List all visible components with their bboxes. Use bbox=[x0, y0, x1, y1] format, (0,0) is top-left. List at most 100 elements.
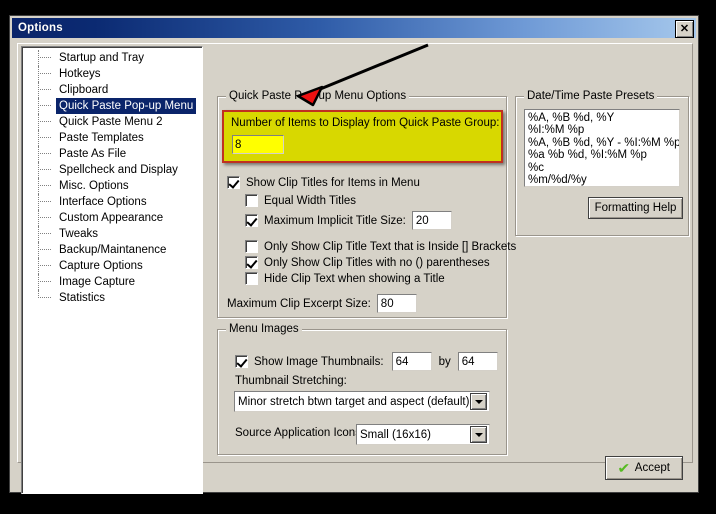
sidebar-item-interface-options[interactable]: Interface Options bbox=[22, 194, 202, 210]
tree-guide-line bbox=[38, 274, 39, 290]
accept-button[interactable]: ✔ Accept bbox=[605, 456, 683, 480]
max-excerpt-input[interactable] bbox=[376, 294, 417, 313]
max-implicit-title-checkbox[interactable] bbox=[245, 214, 258, 227]
max-implicit-title-label: Maximum Implicit Title Size: bbox=[264, 214, 406, 227]
number-of-items-label: Number of Items to Display from Quick Pa… bbox=[231, 117, 500, 129]
checkmark-icon: ✔ bbox=[617, 460, 631, 476]
tree-guide-dots bbox=[38, 201, 51, 202]
datetime-preset-item[interactable]: %A, %B %d, %Y bbox=[528, 112, 676, 124]
sidebar-item-backup-maintanence[interactable]: Backup/Maintanence bbox=[22, 242, 202, 258]
only-no-parens-label: Only Show Clip Titles with no () parenth… bbox=[264, 256, 490, 269]
datetime-group-legend: Date/Time Paste Presets bbox=[524, 90, 658, 102]
only-brackets-row[interactable]: Only Show Clip Title Text that is Inside… bbox=[245, 240, 516, 253]
title-bar: Options ✕ bbox=[12, 18, 696, 38]
sidebar-item-label: Clipboard bbox=[59, 84, 109, 96]
datetime-preset-item[interactable]: %c bbox=[528, 162, 676, 174]
equal-width-titles-row[interactable]: Equal Width Titles bbox=[245, 194, 356, 207]
sidebar-item-hotkeys[interactable]: Hotkeys bbox=[22, 66, 202, 82]
quick-paste-group-legend: Quick Paste Pop-up Menu Options bbox=[226, 90, 410, 102]
datetime-preset-item[interactable]: %a %b %d, %I:%M %p bbox=[528, 149, 676, 161]
source-app-icons-label: Source Application Icons: bbox=[235, 427, 365, 439]
datetime-preset-item[interactable]: %A, %B %d, %Y - %I:%M %p bbox=[528, 137, 679, 149]
show-thumbnails-row[interactable]: Show Image Thumbnails: by bbox=[235, 352, 498, 371]
max-implicit-title-row[interactable]: Maximum Implicit Title Size: bbox=[245, 211, 452, 230]
only-no-parens-checkbox[interactable] bbox=[245, 256, 258, 269]
sidebar-item-label: Statistics bbox=[59, 292, 106, 304]
show-thumbnails-checkbox[interactable] bbox=[235, 355, 248, 368]
thumbnail-stretching-combo[interactable]: Minor stretch btwn target and aspect (de… bbox=[234, 391, 490, 412]
source-app-icons-combo[interactable]: Small (16x16) bbox=[356, 424, 490, 445]
sidebar-item-paste-as-file[interactable]: Paste As File bbox=[22, 146, 202, 162]
datetime-presets-list[interactable]: %A, %B %d, %Y %I:%M %p %A, %B %d, %Y - %I:… bbox=[524, 109, 680, 187]
sidebar-item-label: Backup/Maintanence bbox=[59, 244, 167, 256]
thumbnail-width-input[interactable] bbox=[391, 352, 432, 371]
show-thumbnails-label: Show Image Thumbnails: bbox=[254, 355, 384, 368]
sidebar-item-tweaks[interactable]: Tweaks bbox=[22, 226, 202, 242]
hide-clip-text-row[interactable]: Hide Clip Text when showing a Title bbox=[245, 272, 445, 285]
sidebar-item-image-capture[interactable]: Image Capture bbox=[22, 274, 202, 290]
sidebar-item-label: Paste Templates bbox=[59, 132, 144, 144]
tree-guide-line bbox=[38, 50, 39, 66]
close-icon[interactable]: ✕ bbox=[675, 20, 694, 38]
sidebar-item-paste-templates[interactable]: Paste Templates bbox=[22, 130, 202, 146]
max-excerpt-label: Maximum Clip Excerpt Size: bbox=[227, 297, 371, 310]
number-of-items-input[interactable] bbox=[232, 135, 284, 154]
sidebar-item-spellcheck-and-display[interactable]: Spellcheck and Display bbox=[22, 162, 202, 178]
max-excerpt-row: Maximum Clip Excerpt Size: bbox=[227, 294, 417, 313]
sidebar-item-label: Image Capture bbox=[59, 276, 136, 288]
tree-guide-line bbox=[38, 114, 39, 130]
only-no-parens-row[interactable]: Only Show Clip Titles with no () parenth… bbox=[245, 256, 490, 269]
tree-guide-dots bbox=[38, 153, 51, 154]
sidebar-item-label: Capture Options bbox=[59, 260, 143, 272]
equal-width-titles-checkbox[interactable] bbox=[245, 194, 258, 207]
max-implicit-title-input[interactable] bbox=[411, 211, 452, 230]
tree-guide-dots bbox=[38, 281, 51, 282]
accept-label: Accept bbox=[634, 462, 670, 474]
formatting-help-label: Formatting Help bbox=[594, 202, 677, 214]
tree-guide-line bbox=[38, 194, 39, 210]
sidebar-item-custom-appearance[interactable]: Custom Appearance bbox=[22, 210, 202, 226]
sidebar-item-statistics[interactable]: Statistics bbox=[22, 290, 202, 306]
sidebar-item-label: Quick Paste Pop-up Menu bbox=[56, 98, 197, 114]
sidebar-item-label: Startup and Tray bbox=[59, 52, 145, 64]
sidebar-item-label: Tweaks bbox=[59, 228, 98, 240]
show-clip-titles-row[interactable]: Show Clip Titles for Items in Menu bbox=[227, 176, 420, 189]
tree-guide-line bbox=[38, 146, 39, 162]
formatting-help-button[interactable]: Formatting Help bbox=[588, 197, 683, 219]
tree-guide-dots bbox=[38, 249, 51, 250]
settings-tree[interactable]: Startup and Tray Hotkeys Clipboard Quick Pa… bbox=[21, 46, 203, 494]
sidebar-item-clipboard[interactable]: Clipboard bbox=[22, 82, 202, 98]
tree-guide-line bbox=[38, 162, 39, 178]
source-app-icons-row: Source Application Icons: bbox=[235, 427, 364, 439]
menu-images-group-legend: Menu Images bbox=[226, 323, 302, 335]
tree-guide-dots bbox=[38, 57, 51, 58]
show-clip-titles-checkbox[interactable] bbox=[227, 176, 240, 189]
thumbnail-stretching-label: Thumbnail Stretching: bbox=[235, 375, 347, 387]
hide-clip-text-checkbox[interactable] bbox=[245, 272, 258, 285]
thumbnail-by-label: by bbox=[438, 355, 451, 368]
sidebar-item-capture-options[interactable]: Capture Options bbox=[22, 258, 202, 274]
tree-guide-dots bbox=[38, 217, 51, 218]
tree-guide-dots bbox=[38, 89, 51, 90]
chevron-down-icon[interactable] bbox=[470, 426, 487, 443]
sidebar-item-misc-options[interactable]: Misc. Options bbox=[22, 178, 202, 194]
datetime-preset-item[interactable]: %I:%M %p bbox=[528, 124, 676, 136]
sidebar-item-quick-paste-menu-2[interactable]: Quick Paste Menu 2 bbox=[22, 114, 202, 130]
sidebar-item-quick-paste-pop-up-menu[interactable]: Quick Paste Pop-up Menu bbox=[22, 98, 202, 114]
window-title: Options bbox=[18, 22, 63, 34]
menu-images-group: Menu Images Show Image Thumbnails: by Th… bbox=[217, 323, 507, 455]
dialog-client-area: Startup and Tray Hotkeys Clipboard Quick Pa… bbox=[12, 39, 696, 494]
sidebar-item-startup-and-tray[interactable]: Startup and Tray bbox=[22, 50, 202, 66]
tree-guide-dots bbox=[38, 297, 51, 298]
only-brackets-label: Only Show Clip Title Text that is Inside… bbox=[264, 240, 517, 253]
tree-guide-line bbox=[38, 178, 39, 194]
only-brackets-checkbox[interactable] bbox=[245, 240, 258, 253]
tree-guide-dots bbox=[38, 169, 51, 170]
chevron-down-icon[interactable] bbox=[470, 393, 487, 410]
tree-guide-line bbox=[38, 242, 39, 258]
tree-guide-line bbox=[38, 226, 39, 242]
datetime-preset-item[interactable]: %m/%d/%y bbox=[528, 174, 676, 186]
thumbnail-height-input[interactable] bbox=[457, 352, 498, 371]
highlighted-setting-callout: Number of Items to Display from Quick Pa… bbox=[222, 110, 503, 163]
sidebar-item-label: Custom Appearance bbox=[59, 212, 164, 224]
